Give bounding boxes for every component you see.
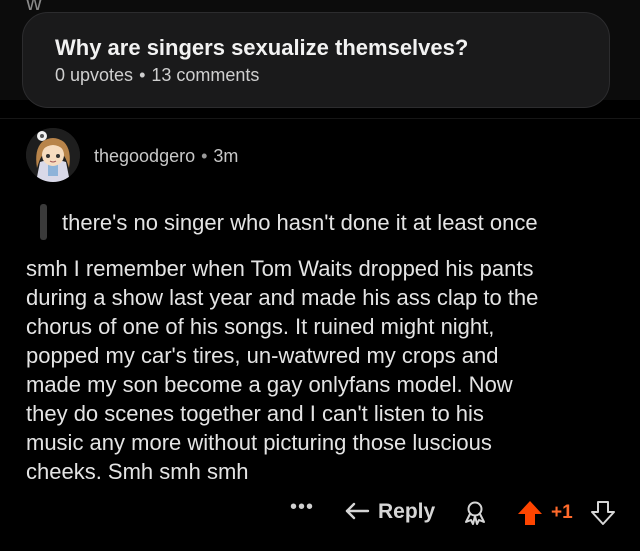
comment-time: 3m (213, 146, 239, 166)
avatar-illustration-icon (26, 128, 80, 182)
post-meta: 0 upvotes • 13 comments (55, 65, 259, 86)
vote-score: +1 (551, 502, 573, 523)
divider (0, 118, 640, 119)
reply-button[interactable]: Reply (344, 498, 435, 526)
comment-line: cheeks. Smh smh smh (26, 459, 249, 484)
comment-line: chorus of one of his songs. It ruined mi… (26, 314, 495, 339)
downvote-arrow-icon[interactable] (590, 500, 616, 526)
post-header-card[interactable]: Why are singers sexualize themselves? 0 … (22, 12, 610, 108)
more-options-icon[interactable]: ••• (290, 496, 314, 519)
user-avatar[interactable] (26, 128, 80, 182)
quoted-text: there's no singer who hasn't done it at … (62, 210, 538, 235)
award-icon[interactable] (462, 500, 488, 526)
comment-line: popped my car's tires, un-watwred my cro… (26, 343, 499, 368)
reply-arrow-icon (344, 501, 370, 523)
username-link[interactable]: thegoodgero (94, 146, 195, 166)
comment-line: smh I remember when Tom Waits dropped hi… (26, 256, 534, 281)
quote-bar (40, 204, 47, 240)
reply-label: Reply (378, 500, 436, 523)
meta-separator: • (139, 65, 146, 85)
post-title: Why are singers sexualize themselves? (55, 35, 469, 60)
comment-body: smh I remember when Tom Waits dropped hi… (26, 254, 626, 486)
comment-line: during a show last year and made his ass… (26, 285, 539, 310)
upvote-arrow-icon[interactable] (516, 499, 544, 527)
comment-action-bar: ••• Reply +1 (0, 490, 640, 534)
upvote-count: 0 upvotes (55, 65, 134, 85)
comment-count: 13 comments (151, 65, 260, 85)
comment-line: they do scenes together and I can't list… (26, 401, 484, 426)
comment-line: music any more without picturing those l… (26, 430, 492, 455)
author-separator: • (201, 146, 208, 166)
comment-line: made my son become a gay onlyfans model.… (26, 372, 513, 397)
comment-author-line: thegoodgero • 3m (94, 146, 238, 167)
